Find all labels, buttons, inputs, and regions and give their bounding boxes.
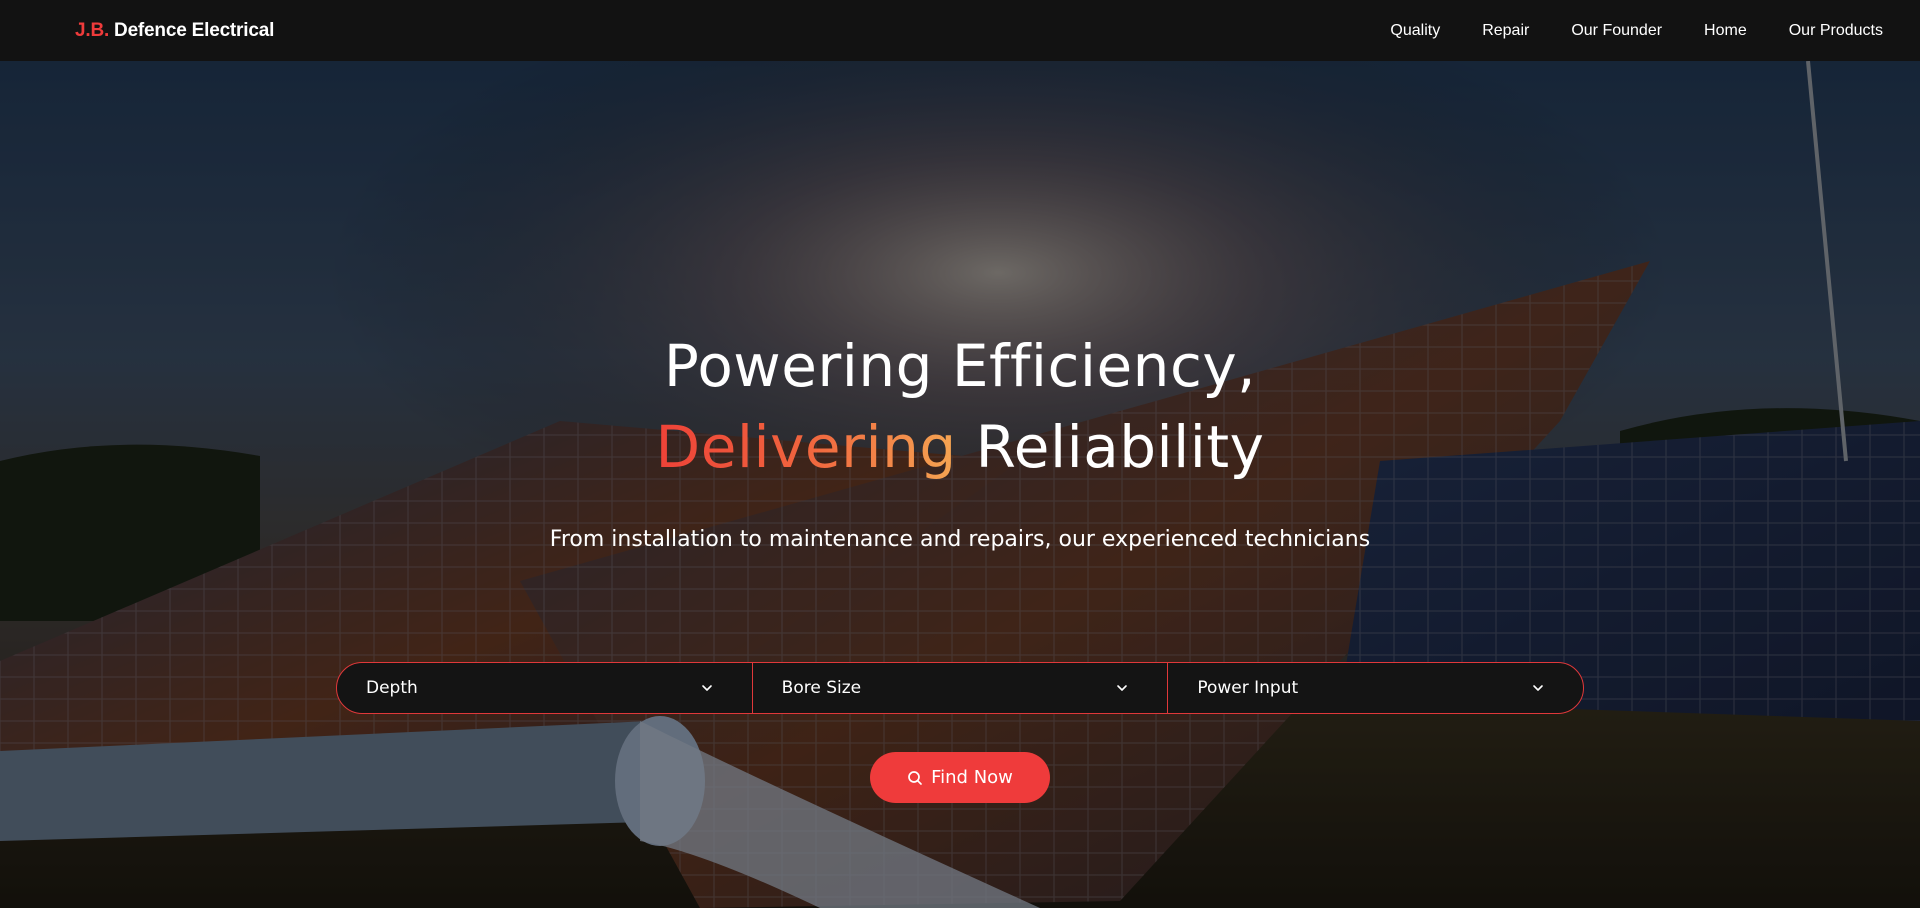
hero-section: Powering Efficiency, Delivering Reliabil… [0,61,1920,908]
nav-link-our-products[interactable]: Our Products [1789,22,1883,40]
find-now-button[interactable]: Find Now [870,752,1050,803]
hero-headline-highlight: Delivering [655,413,957,481]
hero-headline-rest: Reliability [975,413,1265,481]
chevron-down-icon [1117,685,1128,691]
bore-size-select[interactable]: Bore Size [751,663,1168,713]
depth-select-label: Depth [366,678,418,698]
nav-link-quality[interactable]: Quality [1390,22,1440,40]
logo-initials: J.B. [75,19,110,41]
hero-headline-line1: Powering Efficiency, [663,332,1257,400]
power-input-select[interactable]: Power Input [1167,663,1583,713]
power-input-select-label: Power Input [1197,678,1299,698]
nav-link-our-founder[interactable]: Our Founder [1571,22,1662,40]
search-icon [908,770,922,785]
hero-content: Powering Efficiency, Delivering Reliabil… [0,61,1920,908]
chevron-down-icon [1533,685,1543,691]
brand-logo[interactable]: J.B. Defence Electrical [75,20,274,42]
depth-select[interactable]: Depth [337,663,752,713]
search-filters-bar: Depth Bore Size Power Input [336,662,1584,714]
bore-size-select-label: Bore Size [781,678,862,698]
hero-subtitle: From installation to maintenance and rep… [549,527,1371,552]
chevron-down-icon [701,685,712,691]
logo-name: Defence Electrical [114,19,275,41]
nav-link-repair[interactable]: Repair [1482,22,1529,40]
find-now-label: Find Now [931,767,1013,788]
nav-link-home[interactable]: Home [1704,22,1747,40]
hero-headline-line2: Delivering Reliability [0,407,1920,487]
nav-links: Quality Repair Our Founder Home Our Prod… [1390,22,1883,40]
top-navbar: J.B. Defence Electrical Quality Repair Ou… [0,0,1920,61]
